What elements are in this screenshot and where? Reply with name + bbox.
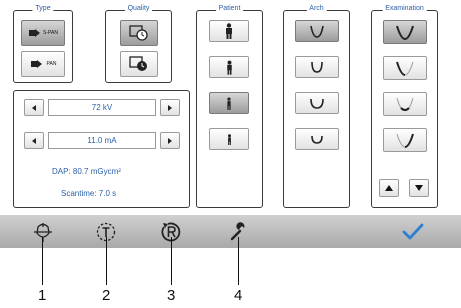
patient-child-button[interactable]: [209, 128, 249, 150]
type-pan-button[interactable]: PAN: [21, 51, 65, 77]
triangle-up-icon: [385, 185, 393, 191]
patient-small-adult-button[interactable]: [209, 92, 249, 114]
quality-high-button[interactable]: [120, 51, 158, 77]
exposure-parameters-panel: 72 kV 11.0 mA DAP: 80.7 mGycm² Scantime:…: [13, 90, 190, 208]
arch-wide-icon: [310, 98, 324, 109]
arch-extra-wide-icon: [311, 135, 323, 144]
quality-group-title: Quality: [124, 5, 153, 12]
type-group: Type S-PAN PAN: [13, 5, 73, 83]
ma-increase-button[interactable]: [160, 132, 180, 149]
bottom-toolbar: [0, 215, 461, 248]
triangle-right-icon: [168, 137, 172, 144]
callout-line-3: [171, 237, 172, 285]
arch-normal-button[interactable]: [295, 56, 339, 78]
arch-group: Arch: [283, 5, 350, 208]
exam-full-arch-icon: [396, 25, 414, 40]
callout-number-1: 1: [38, 287, 47, 304]
hd-clock-icon: [129, 25, 148, 41]
ma-value: 11.0 mA: [48, 132, 156, 149]
exam-scroll-up-button[interactable]: [379, 179, 399, 197]
person-adult-icon: [226, 60, 232, 75]
arch-narrow-icon: [310, 25, 324, 38]
checkmark-icon[interactable]: [398, 215, 428, 248]
quality-standard-button[interactable]: [120, 20, 158, 46]
callout-line-1: [42, 237, 43, 285]
exam-full-button[interactable]: [383, 20, 427, 44]
callout-number-4: 4: [234, 287, 243, 304]
examination-group-title: Examination: [382, 5, 427, 12]
patient-group-title: Patient: [215, 5, 244, 12]
arch-narrow-button[interactable]: [295, 20, 339, 42]
triangle-left-icon: [32, 137, 36, 144]
triangle-right-icon: [168, 104, 172, 111]
callout-line-2: [106, 237, 107, 285]
exam-scroll-down-button[interactable]: [409, 179, 429, 197]
callout-number-3: 3: [167, 287, 176, 304]
patient-large-adult-button[interactable]: [209, 20, 249, 42]
type-pan-label: PAN: [46, 61, 57, 67]
xray-control-screen: Type S-PAN PAN Quality 72 kV 11.0 mA DAP…: [0, 0, 461, 250]
quality-group: Quality: [105, 5, 172, 83]
exam-front-arch-icon: [396, 97, 414, 111]
positioning-icon[interactable]: [30, 215, 56, 248]
ma-decrease-button[interactable]: [24, 132, 44, 149]
patient-adult-button[interactable]: [209, 56, 249, 78]
person-child-icon: [227, 133, 231, 145]
triangle-left-icon: [32, 104, 36, 111]
triangle-down-icon: [415, 185, 423, 191]
arch-wide-button[interactable]: [295, 92, 339, 114]
hd-clock-icon: [129, 56, 147, 71]
type-s-pan-label: S-PAN: [43, 30, 58, 36]
arch-extra-wide-button[interactable]: [295, 128, 339, 150]
kv-increase-button[interactable]: [160, 99, 180, 116]
exam-partial-arch-icon: [396, 61, 414, 76]
kv-value: 72 kV: [48, 99, 156, 116]
dap-readout: DAP: 80.7 mGycm²: [52, 167, 121, 176]
callout-line-4: [238, 237, 239, 285]
person-small-icon: [227, 97, 231, 110]
exam-front-button[interactable]: [383, 92, 427, 116]
type-group-title: Type: [32, 5, 54, 12]
exam-right-button[interactable]: [383, 128, 427, 152]
scantime-readout: Scantime: 7.0 s: [61, 189, 117, 198]
patient-group: Patient: [196, 5, 263, 208]
exam-right-arch-icon: [396, 133, 414, 148]
spin-arrows-icon: [29, 29, 41, 37]
exam-left-button[interactable]: [383, 56, 427, 80]
kv-decrease-button[interactable]: [24, 99, 44, 116]
arch-group-title: Arch: [306, 5, 327, 12]
callout-number-2: 2: [102, 287, 111, 304]
arch-normal-icon: [311, 61, 323, 73]
spin-arrows-icon: [30, 60, 42, 68]
person-large-icon: [226, 23, 232, 39]
type-s-pan-button[interactable]: S-PAN: [21, 20, 65, 46]
examination-group: Examination: [371, 5, 438, 208]
